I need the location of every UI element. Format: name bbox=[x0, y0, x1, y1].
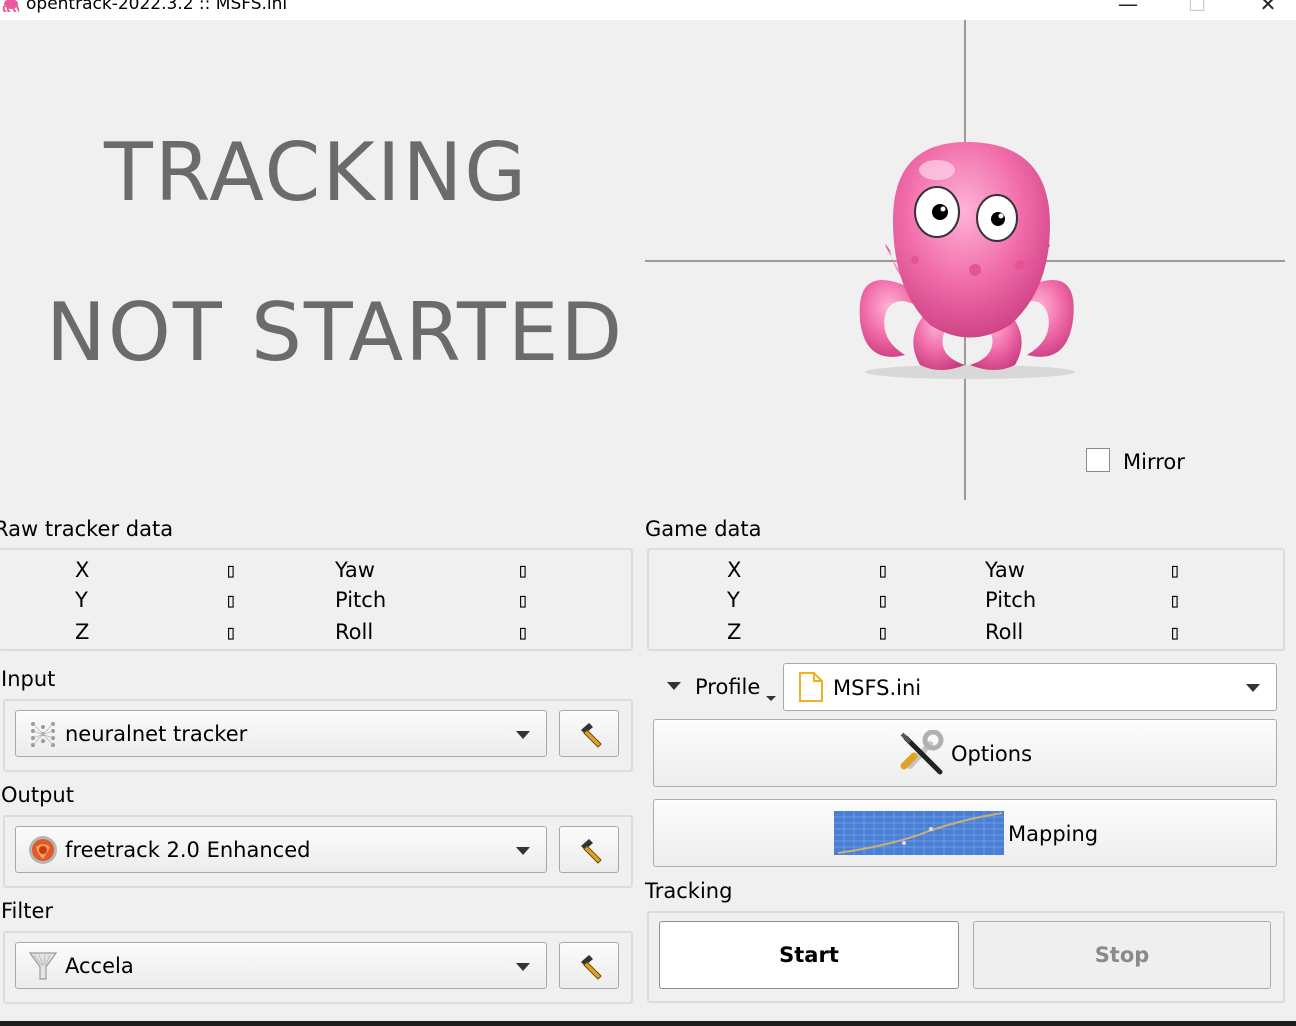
start-button[interactable]: Start bbox=[659, 921, 959, 989]
octopus-avatar-icon bbox=[859, 141, 1075, 379]
game-y-value: ▯ bbox=[877, 588, 890, 612]
game-x-value: ▯ bbox=[877, 558, 890, 582]
game-pitch-value: ▯ bbox=[1169, 588, 1182, 612]
raw-z-value: ▯ bbox=[225, 620, 238, 644]
mapping-curve-icon bbox=[834, 811, 1004, 855]
raw-x-label: X bbox=[75, 558, 90, 582]
raw-z-label: Z bbox=[75, 620, 90, 644]
game-pitch-label: Pitch bbox=[985, 588, 1037, 612]
file-icon bbox=[799, 672, 823, 702]
profile-select[interactable]: MSFS.ini bbox=[783, 663, 1277, 711]
filter-settings-button[interactable] bbox=[559, 942, 619, 989]
input-tracker-select[interactable]: neuralnet tracker bbox=[15, 710, 547, 757]
input-tracker-value: neuralnet tracker bbox=[65, 722, 248, 746]
raw-y-label: Y bbox=[75, 588, 88, 612]
raw-roll-label: Roll bbox=[335, 620, 374, 644]
mapping-button[interactable]: Mapping bbox=[653, 799, 1277, 867]
game-roll-label: Roll bbox=[985, 620, 1024, 644]
profile-menu-button[interactable]: Profile bbox=[660, 672, 776, 708]
tools-icon bbox=[900, 730, 944, 775]
title-bar[interactable]: opentrack-2022.3.2 :: MSFS.ini — ☐ ✕ bbox=[0, 0, 1296, 20]
stop-label: Stop bbox=[1094, 943, 1150, 967]
filter-select[interactable]: Accela bbox=[15, 942, 547, 989]
stop-button[interactable]: Stop bbox=[973, 921, 1271, 989]
chevron-down-icon bbox=[516, 847, 530, 855]
opentrack-app-icon bbox=[2, 0, 20, 12]
game-z-value: ▯ bbox=[877, 620, 890, 644]
chevron-down-icon bbox=[516, 731, 530, 739]
raw-pitch-label: Pitch bbox=[335, 588, 387, 612]
minimize-button[interactable]: — bbox=[1108, 0, 1148, 16]
input-title: Input bbox=[1, 667, 56, 691]
chevron-down-icon bbox=[516, 963, 530, 971]
raw-yaw-value: ▯ bbox=[517, 558, 530, 582]
hammer-icon bbox=[581, 839, 602, 864]
game-data-title: Game data bbox=[645, 517, 762, 541]
game-y-label: Y bbox=[727, 588, 740, 612]
maximize-button[interactable]: ☐ bbox=[1177, 0, 1217, 16]
hammer-icon bbox=[581, 955, 602, 980]
game-x-label: X bbox=[727, 558, 742, 582]
filter-value: Accela bbox=[65, 954, 134, 978]
pose-display bbox=[645, 20, 1285, 500]
profile-value: MSFS.ini bbox=[833, 676, 922, 700]
funnel-icon bbox=[28, 952, 58, 980]
game-roll-value: ▯ bbox=[1169, 620, 1182, 644]
input-settings-button[interactable] bbox=[559, 710, 619, 757]
mapping-label: Mapping bbox=[1008, 822, 1099, 846]
game-data-group: X Y Z ▯ ▯ ▯ Yaw Pitch Roll ▯ ▯ ▯ bbox=[647, 548, 1285, 651]
start-label: Start bbox=[779, 943, 839, 967]
tracking-status-line1: TRACKING bbox=[104, 126, 529, 219]
game-z-label: Z bbox=[727, 620, 742, 644]
tracking-status-line2: NOT STARTED bbox=[46, 286, 625, 379]
raw-x-value: ▯ bbox=[225, 558, 238, 582]
raw-tracker-title: Raw tracker data bbox=[0, 517, 174, 541]
close-button[interactable]: ✕ bbox=[1248, 0, 1288, 16]
window-title: opentrack-2022.3.2 :: MSFS.ini bbox=[26, 0, 288, 14]
raw-tracker-group: X Y Z ▯ ▯ ▯ Yaw Pitch Roll ▯ ▯ ▯ bbox=[0, 548, 633, 651]
raw-y-value: ▯ bbox=[225, 588, 238, 612]
triangle-down-icon bbox=[667, 682, 681, 690]
output-title: Output bbox=[1, 783, 74, 807]
freetrack-icon bbox=[29, 836, 57, 864]
neuralnet-icon bbox=[31, 722, 55, 747]
raw-pitch-value: ▯ bbox=[517, 588, 530, 612]
taskbar-edge bbox=[0, 1021, 1296, 1026]
game-yaw-label: Yaw bbox=[985, 558, 1025, 582]
chevron-down-icon bbox=[1246, 684, 1260, 692]
output-protocol-value: freetrack 2.0 Enhanced bbox=[65, 838, 311, 862]
raw-roll-value: ▯ bbox=[517, 620, 530, 644]
tracking-title: Tracking bbox=[645, 879, 733, 903]
mirror-checkbox[interactable] bbox=[1086, 448, 1110, 472]
hammer-icon bbox=[581, 723, 602, 748]
options-label: Options bbox=[951, 742, 1033, 766]
game-yaw-value: ▯ bbox=[1169, 558, 1182, 582]
options-button[interactable]: Options bbox=[653, 719, 1277, 787]
profile-label: Profile bbox=[695, 675, 761, 699]
output-protocol-select[interactable]: freetrack 2.0 Enhanced bbox=[15, 826, 547, 873]
filter-title: Filter bbox=[1, 899, 54, 923]
menu-indicator-icon bbox=[766, 696, 776, 701]
raw-yaw-label: Yaw bbox=[335, 558, 375, 582]
output-settings-button[interactable] bbox=[559, 826, 619, 873]
mirror-label: Mirror bbox=[1123, 450, 1185, 474]
